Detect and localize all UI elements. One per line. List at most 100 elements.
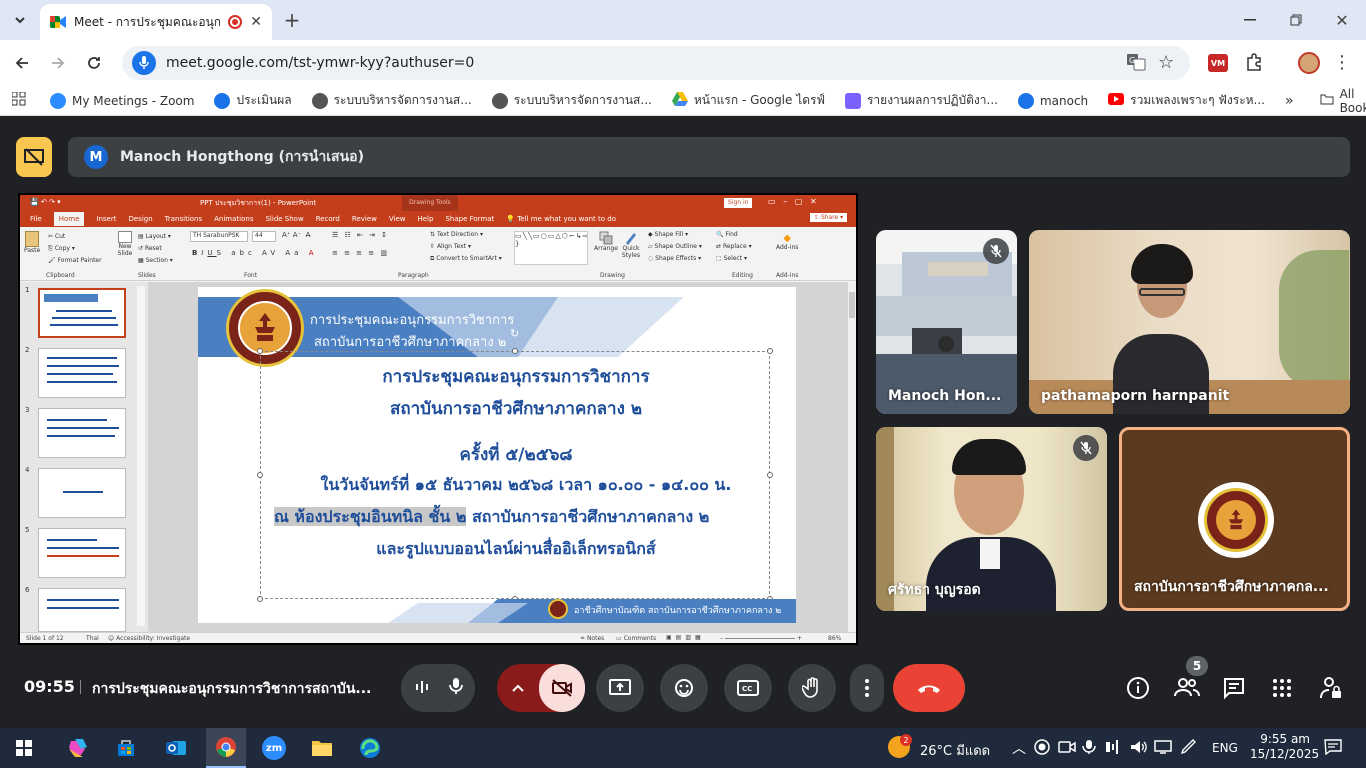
thumbnails-scrollbar[interactable]: [137, 286, 145, 626]
copilot-icon[interactable]: [58, 728, 98, 768]
bookmark-item[interactable]: รวมเพลงเพราะๆ ฟังระห...: [1108, 91, 1265, 110]
outlook-icon[interactable]: [156, 728, 196, 768]
leave-call-button[interactable]: [893, 664, 965, 712]
format-painter-button[interactable]: 🖌 Format Painter: [48, 255, 102, 267]
bookmark-item[interactable]: หน้าแรก - Google ไดรฟ์: [671, 91, 825, 110]
slide-thumbnail[interactable]: [38, 348, 126, 398]
bookmark-item[interactable]: ระบบบริหารจัดการงานส...: [311, 91, 472, 110]
replace-button[interactable]: ⇄ Replace ▾: [716, 241, 752, 253]
slide-thumbnail[interactable]: [38, 288, 126, 338]
audio-tray-icon[interactable]: [1104, 739, 1122, 758]
zoom-level[interactable]: 86%: [828, 635, 841, 642]
ppt-tab[interactable]: File: [30, 215, 42, 223]
paste-button[interactable]: Paste: [24, 231, 40, 254]
font-name-select[interactable]: TH SarabunPSK: [190, 231, 248, 242]
more-bookmarks-icon[interactable]: »: [1285, 93, 1294, 109]
cut-button[interactable]: ✂ Cut: [48, 231, 102, 243]
record-tray-icon[interactable]: [1034, 739, 1050, 758]
addins-button[interactable]: ◆ Add-ins: [776, 233, 798, 251]
weather-text[interactable]: 26°C มีแดด: [920, 740, 990, 761]
resize-handle[interactable]: [257, 348, 263, 354]
apps-grid-icon[interactable]: [11, 91, 26, 109]
text-direction-button[interactable]: ⇅ Text Direction ▾: [430, 229, 502, 241]
bookmark-item[interactable]: รายงานผลการปฏิบัติงา...: [844, 91, 998, 110]
resize-handle[interactable]: [512, 348, 518, 354]
ppt-window-controls[interactable]: ▭ – ▢ ✕: [768, 197, 817, 206]
bookmark-item[interactable]: ประเมินผล: [214, 91, 292, 110]
tab-meet[interactable]: Meet - การประชุมคณะอนุกรรม ✕: [40, 4, 272, 40]
reset-button[interactable]: ↺ Reset: [138, 243, 173, 255]
zoom-taskbar-icon[interactable]: zm: [254, 728, 294, 768]
ppt-tab[interactable]: Help: [417, 215, 433, 223]
mic-icon[interactable]: [449, 677, 463, 699]
selected-text[interactable]: ณ ห้องประชุมอินทนิล ชั้น ๒: [274, 507, 467, 526]
slide-vertical-scrollbar[interactable]: [848, 282, 856, 632]
forward-icon[interactable]: [46, 51, 70, 75]
rotate-handle-icon[interactable]: ↻: [510, 327, 519, 340]
address-bar[interactable]: meet.google.com/tst-ymwr-kyy?authuser=0 …: [122, 46, 1190, 80]
ppt-tab[interactable]: Shape Format: [445, 215, 494, 223]
people-icon[interactable]: [1174, 676, 1200, 702]
accessibility-status[interactable]: ☺ Accessibility: Investigate: [108, 635, 190, 642]
shape-outline-button[interactable]: ▱ Shape Outline ▾: [648, 241, 702, 253]
ppt-tab[interactable]: Insert: [96, 215, 116, 223]
microsoft-store-icon[interactable]: [106, 728, 146, 768]
font-size-select[interactable]: 44: [252, 231, 276, 242]
extensions-puzzle-icon[interactable]: [1242, 50, 1266, 74]
font-size-buttons[interactable]: A⁺ A⁻ A̶: [282, 231, 310, 239]
slide-thumbnail[interactable]: [38, 468, 126, 518]
volume-icon[interactable]: [1130, 739, 1148, 758]
bookmark-item[interactable]: manoch: [1017, 92, 1088, 109]
notifications-icon[interactable]: [1324, 739, 1342, 758]
participant-tile-active-speaker[interactable]: สถาบันการอาชีวศึกษาภาคกล...: [1119, 427, 1350, 611]
reload-icon[interactable]: [82, 51, 106, 75]
close-window-icon[interactable]: ✕: [1330, 8, 1354, 32]
view-buttons[interactable]: ▣▤▥▦: [666, 634, 705, 641]
translate-icon[interactable]: G: [1126, 52, 1146, 76]
ppt-tab[interactable]: Design: [128, 215, 152, 223]
host-controls-icon[interactable]: [1320, 676, 1342, 704]
microphone-control[interactable]: [401, 664, 475, 712]
shape-effects-button[interactable]: ◌ Shape Effects ▾: [648, 253, 702, 265]
copy-button[interactable]: ⎘ Copy ▾: [48, 243, 102, 255]
chat-icon[interactable]: [1222, 676, 1246, 704]
bookmark-item[interactable]: My Meetings - Zoom: [50, 92, 194, 109]
ppt-tab[interactable]: Animations: [214, 215, 253, 223]
present-screen-button[interactable]: [596, 664, 644, 712]
participant-tile[interactable]: Manoch Hon...: [876, 230, 1017, 414]
arrange-button[interactable]: Arrange: [594, 231, 618, 252]
tray-chevron-icon[interactable]: ︿: [1012, 738, 1026, 758]
star-bookmark-icon[interactable]: ☆: [1158, 52, 1174, 73]
convert-smartart-button[interactable]: ⧉ Convert to SmartArt ▾: [430, 253, 502, 265]
ppt-tab-home[interactable]: Home: [53, 212, 85, 226]
camera-control[interactable]: [497, 664, 585, 712]
notes-button[interactable]: ≐ Notes: [580, 635, 604, 642]
input-language[interactable]: ENG: [1212, 741, 1238, 755]
ppt-signin-button[interactable]: Sign in: [724, 198, 753, 208]
ppt-tab[interactable]: Transitions: [165, 215, 203, 223]
shapes-gallery[interactable]: ▭╲╲▭○▭△⬡⌐↳⇨⇩☆{ }: [514, 231, 588, 265]
mic-icon[interactable]: [132, 51, 156, 75]
minimize-icon[interactable]: [1238, 8, 1262, 32]
list-buttons[interactable]: ☰ ☷ ⇤ ⇥ ↕: [332, 231, 389, 239]
reactions-button[interactable]: [660, 664, 708, 712]
network-icon[interactable]: [1154, 739, 1172, 758]
activities-grid-icon[interactable]: [1272, 678, 1292, 702]
system-clock[interactable]: 9:55 am 15/12/2025: [1250, 732, 1319, 762]
captions-button[interactable]: CC: [724, 664, 772, 712]
ppt-tab[interactable]: Record: [316, 215, 340, 223]
layout-button[interactable]: ▤ Layout ▾: [138, 231, 173, 243]
find-button[interactable]: 🔍 Find: [716, 229, 752, 241]
align-text-button[interactable]: ⇳ Align Text ▾: [430, 241, 502, 253]
ppt-tab[interactable]: View: [389, 215, 406, 223]
profile-avatar[interactable]: [1298, 52, 1320, 74]
camera-options-chevron-icon[interactable]: [497, 684, 539, 692]
bookmark-item[interactable]: ระบบบริหารจัดการงานส...: [491, 91, 652, 110]
slide-thumbnail[interactable]: [38, 588, 126, 632]
windows-start-icon[interactable]: [4, 728, 44, 768]
participant-tile[interactable]: ศรัทธา บุญรอด: [876, 427, 1107, 611]
new-slide-button[interactable]: New Slide: [114, 231, 136, 257]
raise-hand-button[interactable]: [788, 664, 836, 712]
zoom-slider[interactable]: – +: [720, 635, 802, 642]
new-tab-icon[interactable]: +: [280, 8, 304, 32]
